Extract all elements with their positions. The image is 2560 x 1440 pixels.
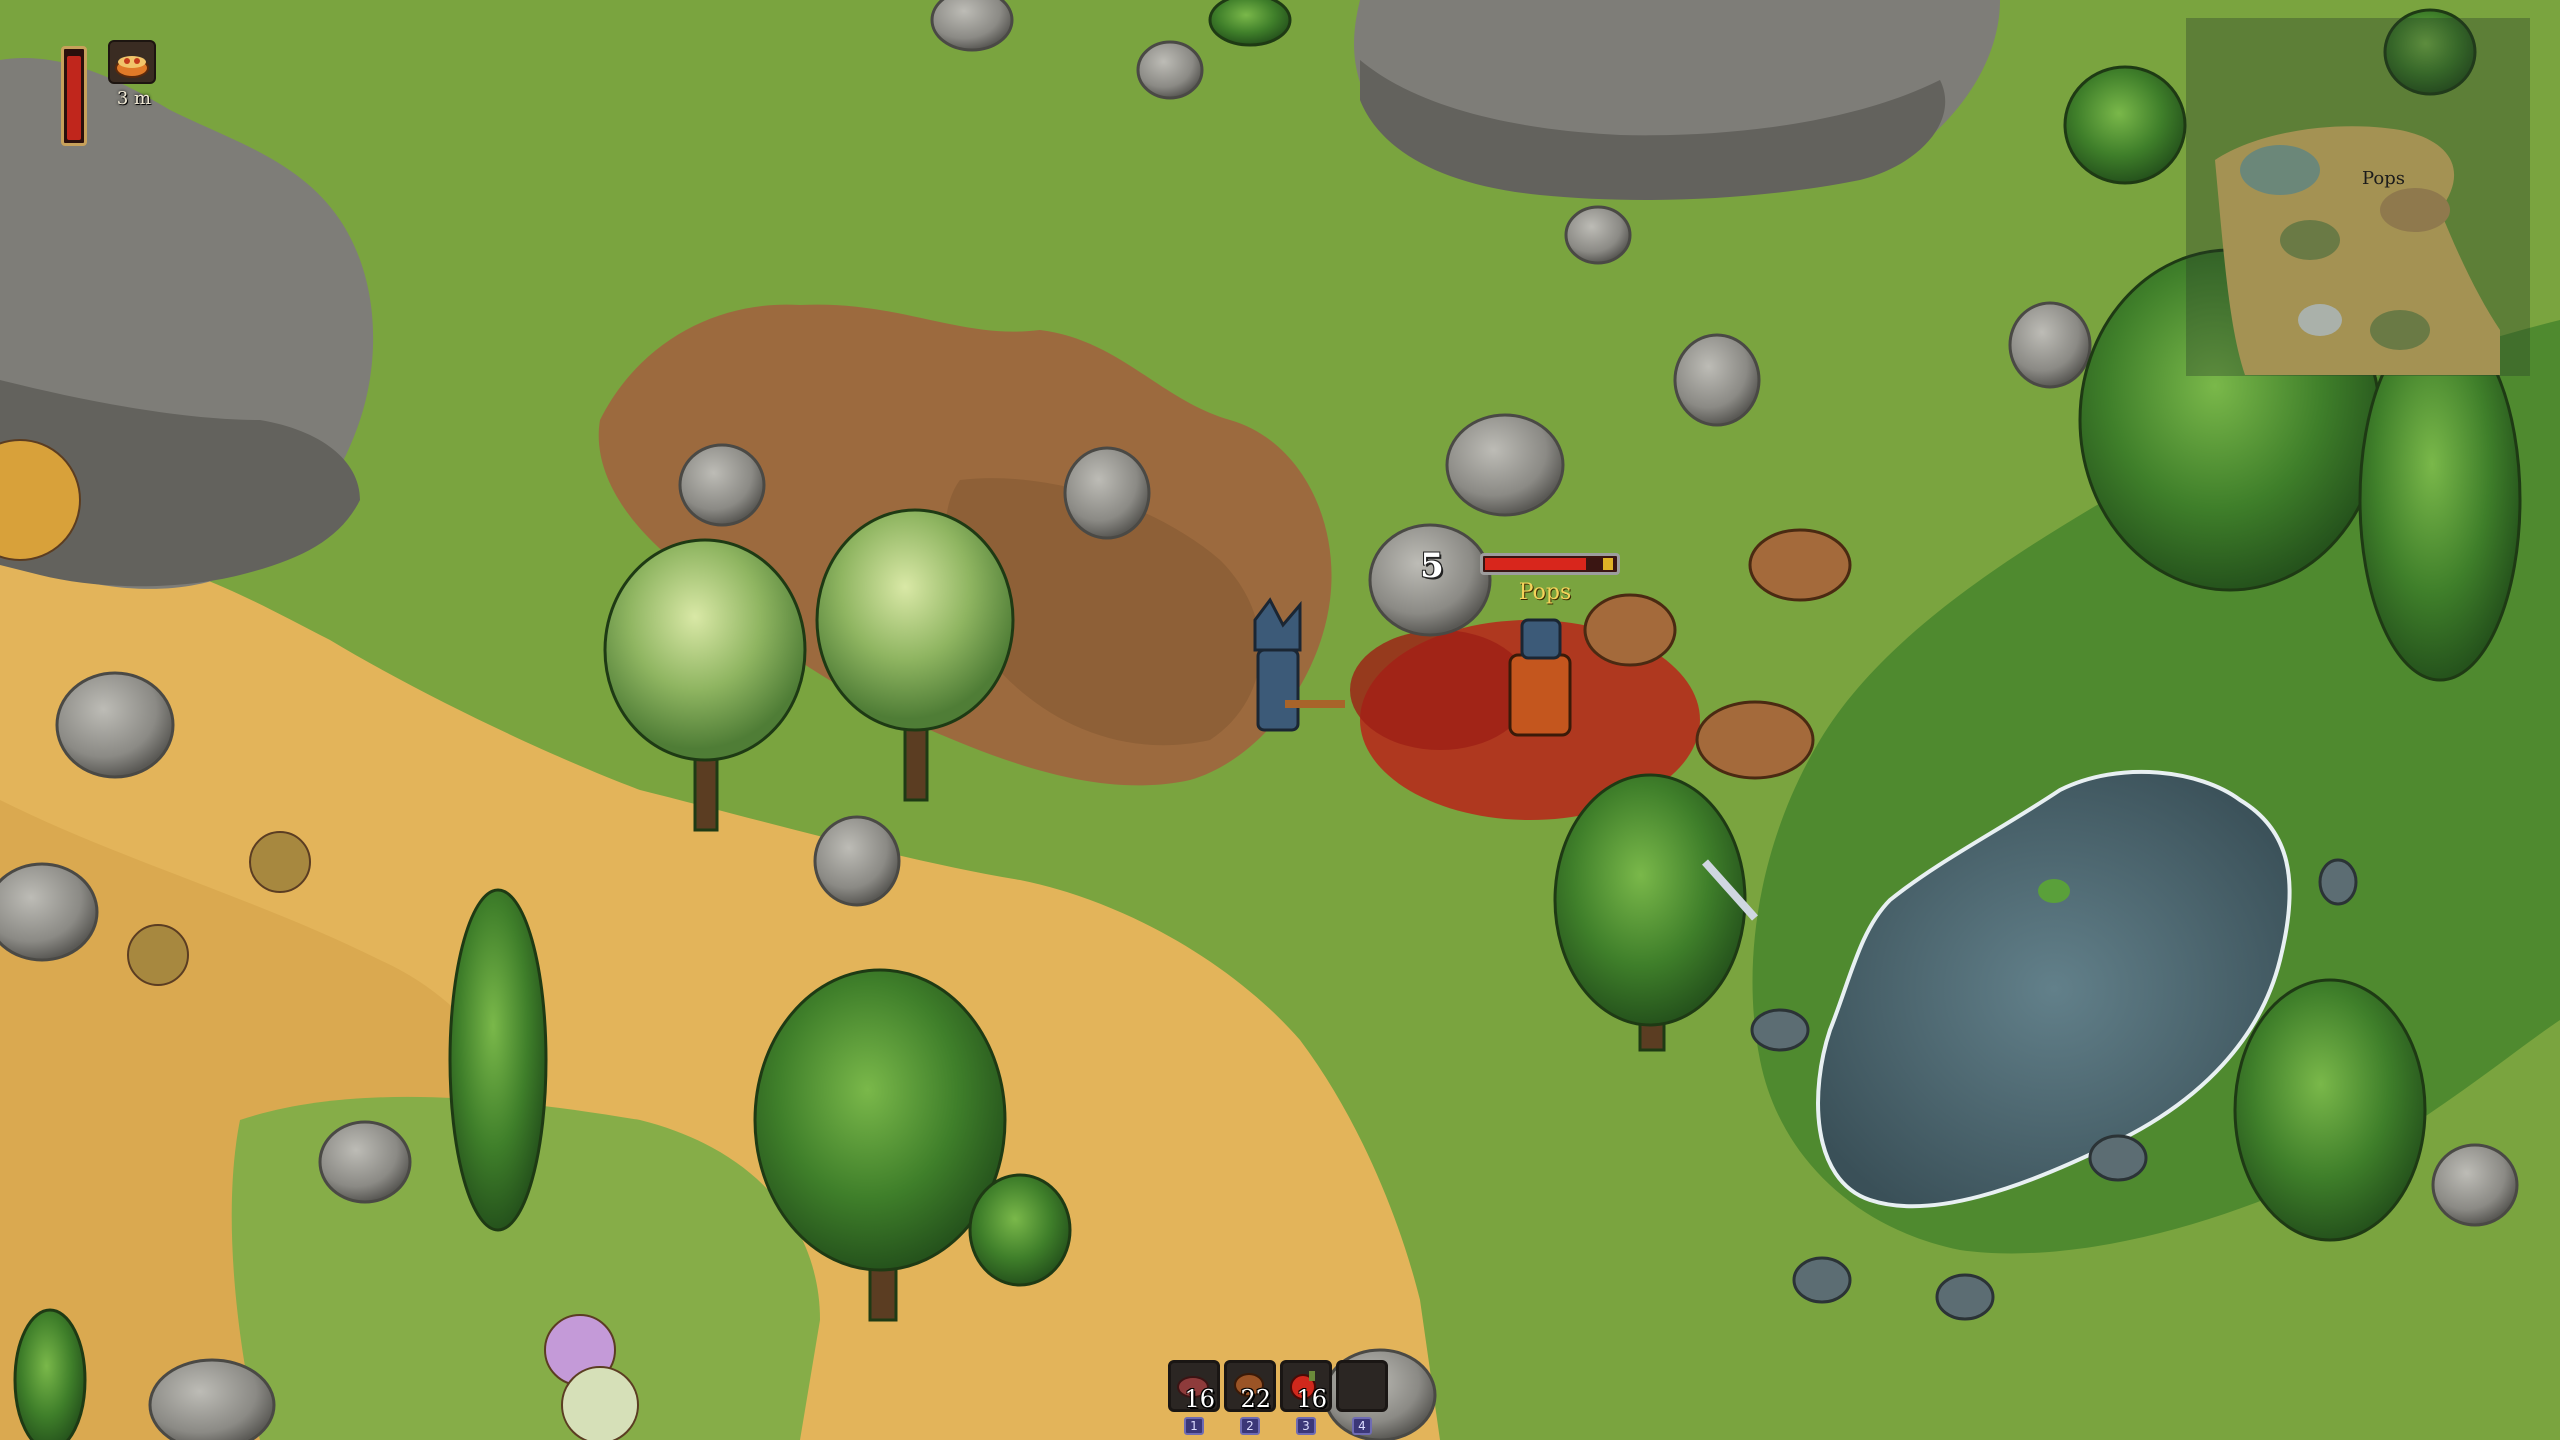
player-health-fill	[67, 56, 81, 140]
hotbar-key: 2	[1240, 1417, 1260, 1435]
player-health-bar	[61, 46, 87, 146]
minimap[interactable]: Pops	[2186, 18, 2530, 376]
hotbar-key: 1	[1184, 1417, 1204, 1435]
lily-pad	[2038, 879, 2070, 903]
hotbar: 16 1 22 2 16 3 4	[1168, 1360, 1392, 1440]
food-bowl-icon[interactable]	[108, 40, 156, 84]
blood-splatter-2	[1350, 630, 1530, 750]
game-world[interactable]	[0, 0, 2560, 1440]
hotbar-slot-3[interactable]: 16 3	[1280, 1360, 1332, 1435]
hotbar-slot-4[interactable]: 4	[1336, 1360, 1388, 1435]
target-health-fill	[1485, 558, 1586, 570]
target-name: Pops	[1518, 580, 1572, 605]
hotbar-slot-1[interactable]: 16 1	[1168, 1360, 1220, 1435]
buff-timer: 3 m	[116, 88, 152, 109]
hotbar-slot-count: 16	[1184, 1385, 1215, 1413]
hotbar-slot-count: 16	[1296, 1385, 1327, 1413]
target-health-cap	[1603, 558, 1613, 570]
hotbar-slot-2[interactable]: 22 2	[1224, 1360, 1276, 1435]
target-level: 5	[1420, 546, 1444, 586]
hotbar-slot-count: 22	[1240, 1385, 1271, 1413]
target-health-bar	[1480, 553, 1620, 575]
hotbar-key: 3	[1296, 1417, 1316, 1435]
minimap-player-label: Pops	[2362, 168, 2405, 189]
hotbar-key: 4	[1352, 1417, 1372, 1435]
